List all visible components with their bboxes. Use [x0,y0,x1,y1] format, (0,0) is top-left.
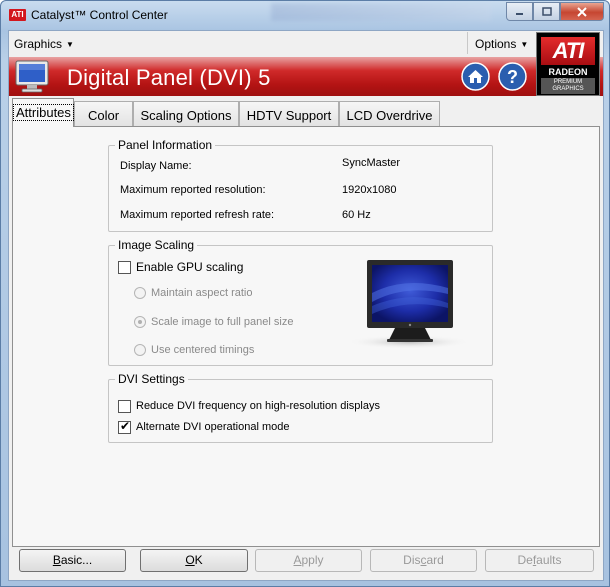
tab-scaling-options-label: Scaling Options [140,108,232,123]
monitor-icon [15,60,49,93]
page-title: Digital Panel (DVI) 5 [67,65,271,90]
basic-accel: B [52,553,61,567]
minimize-icon [516,13,523,15]
menu-bar: Graphics ▼ Options ▼ [9,31,603,57]
tab-attributes-label: Attributes [13,104,74,121]
menu-graphics[interactable]: Graphics ▼ [14,37,74,51]
dropdown-arrow-icon: ▼ [520,40,529,49]
menu-options-label: Options [475,37,517,51]
maximize-icon [541,7,552,16]
reduce-dvi-frequency-label[interactable]: Reduce DVI frequency on high-resolution … [136,400,380,412]
reduce-dvi-frequency-checkbox[interactable] [118,400,131,413]
tab-attributes[interactable]: Attributes [12,98,74,127]
display-name-label: Display Name: [120,160,192,172]
premium-graphics-text: PREMIUM GRAPHICS [541,78,595,94]
help-icon[interactable]: ? [498,62,527,91]
display-name-value: SyncMaster [342,157,401,169]
max-refresh-label: Maximum reported refresh rate: [120,209,275,221]
menu-graphics-label: Graphics [14,37,63,51]
attributes-panel: Panel Information Display Name: SyncMast… [12,126,600,547]
image-scaling-title: Image Scaling [115,238,198,252]
window-title: Catalyst™ Control Center [31,8,168,22]
dvi-settings-title: DVI Settings [115,372,188,386]
tab-color[interactable]: Color [74,101,133,126]
max-resolution-value: 1920x1080 [342,184,397,196]
discard-button[interactable]: Discard [370,549,477,572]
max-refresh-value: 60 Hz [342,209,371,221]
centered-timings-label: Use centered timings [151,344,255,356]
minimize-button[interactable] [506,2,533,21]
home-icon[interactable] [461,62,490,91]
apply-button[interactable]: Apply [255,549,362,572]
defaults-post: aults [536,553,562,567]
basic-post: asic... [60,553,93,567]
tab-strip: Attributes Color Scaling Options HDTV Su… [9,98,603,127]
client-area: Graphics ▼ Options ▼ ATI RADEON PREMIUM GR… [8,30,604,581]
alternate-dvi-mode-checkbox[interactable] [118,419,131,434]
ati-radeon-logo: ATI RADEON PREMIUM GRAPHICS [536,32,600,96]
panel-information-title: Panel Information [115,138,216,152]
ati-logo-text: ATI [541,37,595,65]
tab-hdtv-support[interactable]: HDTV Support [239,101,339,126]
maximize-button[interactable] [533,2,560,21]
tab-scaling-options[interactable]: Scaling Options [133,101,239,126]
window-controls [506,2,604,21]
dvi-settings-group: DVI Settings Reduce DVI frequency on hig… [108,372,493,443]
basic-button[interactable]: Basic... [19,549,126,572]
defaults-button[interactable]: Defaults [485,549,594,572]
dropdown-arrow-icon: ▼ [66,40,74,49]
scale-full-panel-label: Scale image to full panel size [151,316,294,328]
enable-gpu-scaling-checkbox[interactable] [118,261,131,274]
menu-options[interactable]: Options ▼ [467,32,538,54]
discard-pre: Dis [403,553,421,567]
tab-lcd-overdrive-label: LCD Overdrive [346,108,433,123]
tab-color-label: Color [87,108,120,123]
image-scaling-group: Image Scaling Enable GPU scaling Maintai… [108,238,493,366]
alternate-dvi-mode-label[interactable]: Alternate DVI operational mode [136,421,289,433]
panel-information-group: Panel Information Display Name: SyncMast… [108,138,493,232]
radeon-text: RADEON [548,67,588,77]
page-header: Digital Panel (DVI) 5 ? [9,57,603,96]
lcd-monitor-illustration [347,260,471,349]
app-window: ATI Catalyst™ Control Center Graphics ▼ O… [0,0,610,587]
close-button[interactable] [560,2,604,21]
close-icon [577,6,587,17]
maintain-aspect-ratio-radio[interactable] [134,287,146,299]
discard-post: ard [426,553,444,567]
background-window-ghost [271,3,491,21]
premium-line2: GRAPHICS [552,86,584,92]
tab-hdtv-support-label: HDTV Support [246,108,332,123]
defaults-pre: De [517,553,533,567]
apply-post: pply [301,553,324,567]
ok-button[interactable]: OK [140,549,248,572]
title-bar[interactable]: ATI Catalyst™ Control Center [1,1,609,29]
ok-post: K [194,553,203,567]
ok-accel: O [185,553,195,567]
centered-timings-radio[interactable] [134,344,146,356]
apply-accel: A [293,553,302,567]
enable-gpu-scaling-label[interactable]: Enable GPU scaling [136,260,243,274]
scale-full-panel-radio[interactable] [134,316,146,328]
svg-text:?: ? [507,67,518,87]
ati-app-icon: ATI [9,9,26,21]
premium-line1: PREMIUM [553,79,583,85]
maintain-aspect-ratio-label: Maintain aspect ratio [151,287,253,299]
max-resolution-label: Maximum reported resolution: [120,184,266,196]
tab-lcd-overdrive[interactable]: LCD Overdrive [339,101,440,126]
